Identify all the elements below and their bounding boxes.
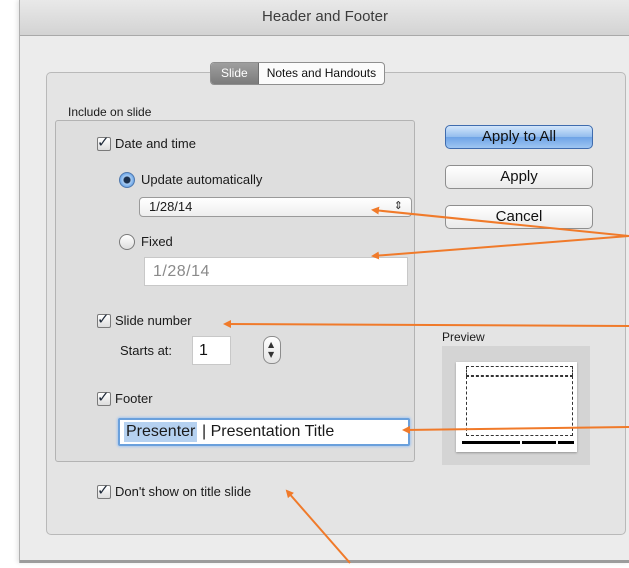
slide-number-checkbox[interactable]: ✓ <box>97 310 111 328</box>
starts-at-value: 1 <box>199 342 208 359</box>
slide-thumbnail <box>456 362 577 452</box>
date-time-label: Date and time <box>115 136 196 151</box>
tab-notes-handouts[interactable]: Notes and Handouts <box>259 63 384 84</box>
date-time-checkbox[interactable]: ✓ <box>97 133 111 151</box>
starts-at-stepper[interactable]: ▲ ▼ <box>263 336 281 364</box>
footer-selected-text: Presenter <box>124 422 198 442</box>
include-group-label: Include on slide <box>68 105 152 119</box>
footer-checkbox[interactable]: ✓ <box>97 388 111 406</box>
footer-text-field[interactable]: Presenter | Presentation Title <box>118 418 410 446</box>
title-placeholder <box>466 366 573 376</box>
update-automatically-radio[interactable] <box>119 172 135 188</box>
checkmark-icon: ✓ <box>97 388 110 406</box>
window-bottom-edge <box>20 560 629 563</box>
preview-pane <box>442 346 590 465</box>
tab-slide[interactable]: Slide <box>211 63 259 84</box>
fixed-date-value: 1/28/14 <box>153 263 210 280</box>
footer-bar-left <box>462 441 520 444</box>
body-placeholder <box>466 376 573 436</box>
checkmark-icon: ✓ <box>97 133 110 151</box>
dont-show-title-checkbox[interactable]: ✓ <box>97 481 111 499</box>
dont-show-title-label: Don't show on title slide <box>115 484 252 499</box>
stepper-down-icon[interactable]: ▼ <box>268 350 274 359</box>
fixed-label: Fixed <box>141 234 173 249</box>
cancel-button[interactable]: Cancel <box>445 205 593 229</box>
preview-label: Preview <box>442 330 485 344</box>
updown-chevron-icon: ⇕ <box>393 199 403 212</box>
tab-bar: Slide Notes and Handouts <box>210 62 386 85</box>
slide-number-label: Slide number <box>115 313 192 328</box>
footer-bar-middle <box>522 441 556 444</box>
starts-at-label: Starts at: <box>120 343 173 358</box>
stepper-up-icon[interactable]: ▲ <box>268 340 274 349</box>
checkmark-icon: ✓ <box>97 310 110 328</box>
update-automatically-label: Update automatically <box>141 172 263 187</box>
starts-at-field[interactable]: 1 <box>192 336 231 365</box>
footer-bar-right <box>558 441 574 444</box>
fixed-date-field[interactable]: 1/28/14 <box>144 257 408 286</box>
apply-button[interactable]: Apply <box>445 165 593 189</box>
footer-label: Footer <box>115 391 153 406</box>
footer-rest-text: | Presentation Title <box>202 423 335 440</box>
date-format-select[interactable]: 1/28/14 ⇕ <box>139 197 412 217</box>
date-format-value: 1/28/14 <box>149 199 193 214</box>
checkmark-icon: ✓ <box>97 481 110 499</box>
apply-to-all-button[interactable]: Apply to All <box>445 125 593 149</box>
window-title: Header and Footer <box>20 0 629 36</box>
fixed-radio[interactable] <box>119 234 135 250</box>
